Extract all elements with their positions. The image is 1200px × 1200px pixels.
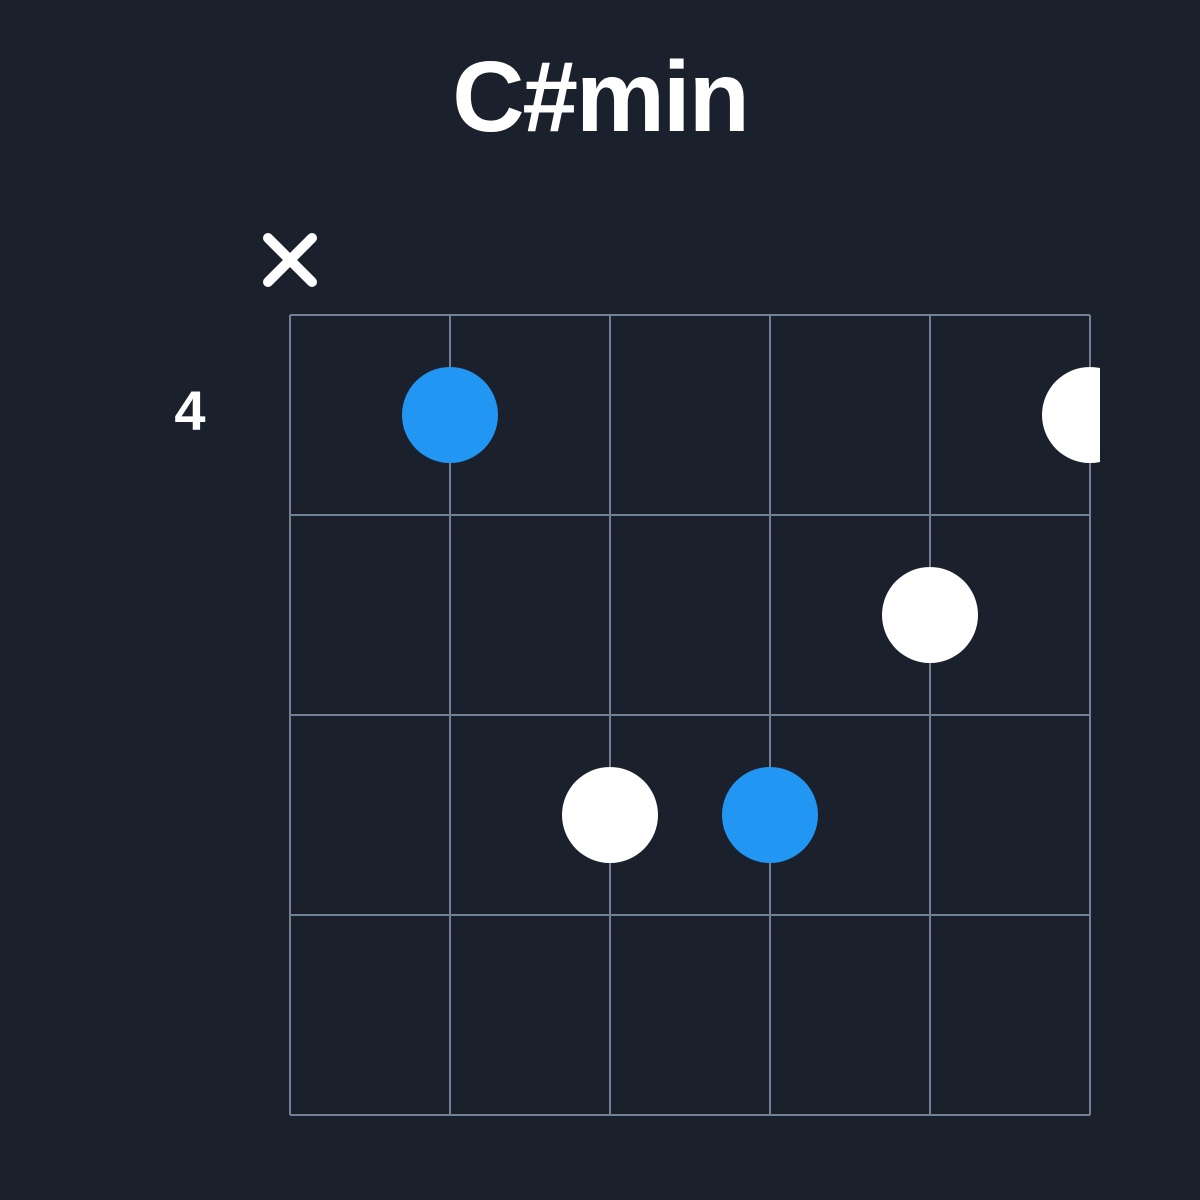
- finger-dot: [882, 567, 978, 663]
- chord-diagram: 4: [100, 215, 1100, 1135]
- mute-marker: [268, 238, 312, 282]
- finger-dot-root: [402, 367, 498, 463]
- fretboard-svg: 4: [100, 215, 1100, 1135]
- chord-title: C#min: [452, 40, 748, 155]
- finger-dot: [1042, 367, 1100, 463]
- finger-dot: [562, 767, 658, 863]
- finger-dot-root: [722, 767, 818, 863]
- start-fret-label: 4: [174, 379, 205, 442]
